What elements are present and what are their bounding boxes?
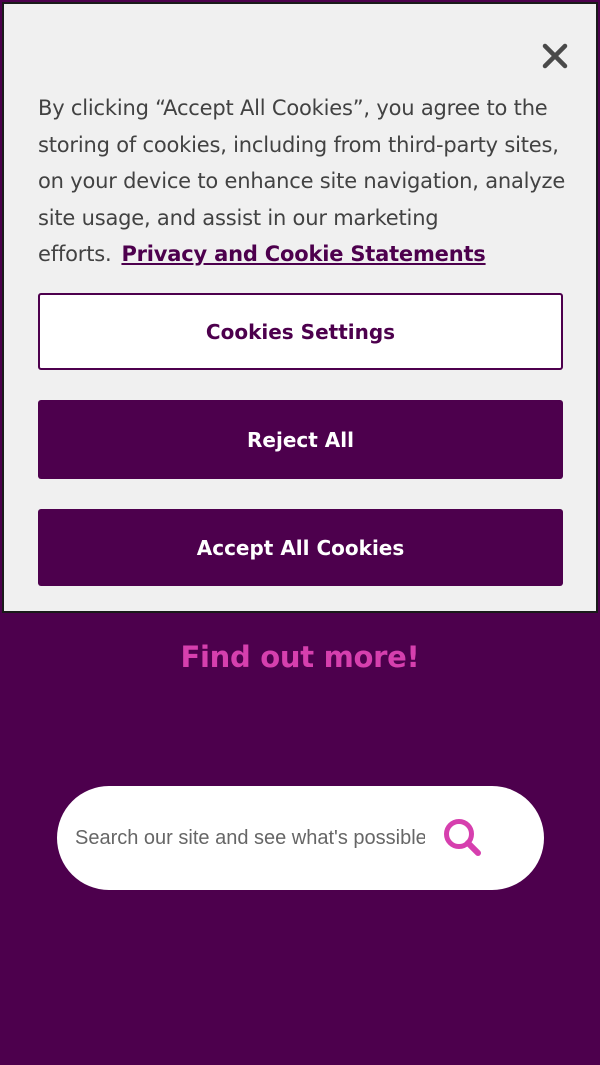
search-bar bbox=[57, 786, 544, 890]
close-button[interactable] bbox=[535, 36, 575, 76]
privacy-cookie-statements-link[interactable]: Privacy and Cookie Statements bbox=[121, 242, 485, 266]
cookie-consent-banner: By clicking “Accept All Cookies”, you ag… bbox=[2, 2, 598, 613]
search-button[interactable] bbox=[441, 816, 487, 860]
accept-all-cookies-button[interactable]: Accept All Cookies bbox=[38, 509, 563, 586]
reject-all-button[interactable]: Reject All bbox=[38, 400, 563, 479]
cookie-description: By clicking “Accept All Cookies”, you ag… bbox=[38, 96, 566, 266]
search-icon bbox=[444, 819, 481, 856]
close-icon bbox=[542, 43, 568, 69]
cookie-consent-text: By clicking “Accept All Cookies”, you ag… bbox=[38, 90, 568, 273]
cookies-settings-button[interactable]: Cookies Settings bbox=[38, 293, 563, 370]
find-out-more-heading: Find out more! bbox=[180, 640, 420, 674]
search-input[interactable] bbox=[75, 812, 425, 864]
